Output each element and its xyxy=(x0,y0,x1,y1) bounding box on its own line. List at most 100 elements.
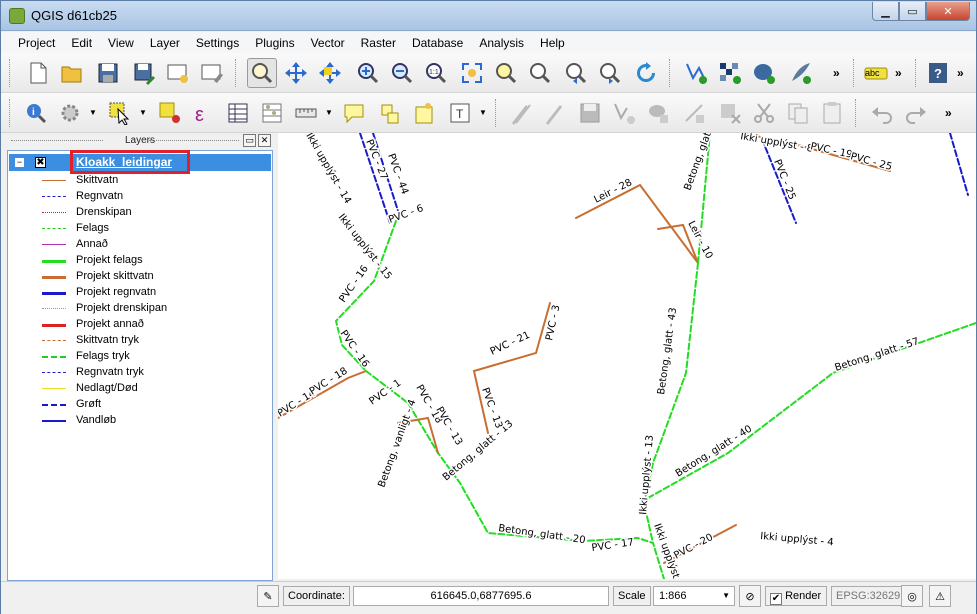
menu-edit[interactable]: Edit xyxy=(63,36,100,50)
legend-item[interactable]: Projekt drenskipan xyxy=(38,301,268,317)
menu-project[interactable]: Project xyxy=(10,36,63,50)
legend-item[interactable]: Drenskipan xyxy=(38,205,268,221)
legend-item[interactable]: Nedlagt/Død xyxy=(38,381,268,397)
action-dropdown-arrow[interactable]: ▼ xyxy=(89,108,97,117)
new-project-icon[interactable] xyxy=(23,58,53,88)
label-toolbar-more-button[interactable]: » xyxy=(895,66,902,80)
redo-icon[interactable] xyxy=(901,98,931,128)
menu-view[interactable]: View xyxy=(100,36,142,50)
legend-item[interactable]: Regnvatn xyxy=(38,189,268,205)
select-features-icon[interactable] xyxy=(105,98,135,128)
pan-map-icon[interactable] xyxy=(247,58,277,88)
add-spatialite-layer-icon[interactable] xyxy=(785,58,815,88)
menu-layer[interactable]: Layer xyxy=(142,36,188,50)
move-feature-icon[interactable] xyxy=(315,58,345,88)
zoom-actual-size-icon[interactable]: 1:1 xyxy=(421,58,451,88)
delete-selected-icon[interactable] xyxy=(715,98,745,128)
zoom-to-layer-icon[interactable] xyxy=(525,58,555,88)
legend-item[interactable]: Felags tryk xyxy=(38,349,268,365)
legend-item[interactable]: Skittvatn tryk xyxy=(38,333,268,349)
new-print-composer-icon[interactable] xyxy=(163,58,193,88)
zoom-in-icon[interactable] xyxy=(353,58,383,88)
measure-dropdown-arrow[interactable]: ▼ xyxy=(325,108,333,117)
move-feature-tool-icon[interactable] xyxy=(643,98,673,128)
close-panel-button[interactable]: ✕ xyxy=(258,134,271,147)
paste-features-icon[interactable] xyxy=(817,98,847,128)
close-button[interactable]: ✕ xyxy=(926,2,970,21)
pan-to-selection-icon[interactable] xyxy=(281,58,311,88)
menu-analysis[interactable]: Analysis xyxy=(471,36,532,50)
composer-manager-icon[interactable] xyxy=(197,58,227,88)
toolbar2-more-button[interactable]: » xyxy=(945,106,952,120)
add-feature-icon[interactable] xyxy=(609,98,639,128)
legend-item[interactable]: Projekt regnvatn xyxy=(38,285,268,301)
save-as-icon[interactable] xyxy=(129,58,159,88)
menu-raster[interactable]: Raster xyxy=(353,36,404,50)
maximize-button[interactable]: ▭ xyxy=(899,2,926,21)
annotation-icon[interactable] xyxy=(409,98,439,128)
legend-item[interactable]: Annað xyxy=(38,237,268,253)
collapse-toggle[interactable]: − xyxy=(15,158,24,167)
map-canvas[interactable]: Ikki upplýst - 14 PVC - 27 PVC - 44 PVC … xyxy=(278,133,976,579)
crs-globe-icon[interactable]: ◎ xyxy=(901,585,923,607)
legend-item[interactable]: Projekt skittvatn xyxy=(38,269,268,285)
map-tips-icon[interactable] xyxy=(339,98,369,128)
float-panel-button[interactable]: ▭ xyxy=(243,134,256,147)
legend-item[interactable]: Skittvatn xyxy=(38,173,268,189)
scale-dropdown-arrow[interactable]: ▼ xyxy=(722,587,730,605)
statistics-icon[interactable] xyxy=(257,98,287,128)
menu-settings[interactable]: Settings xyxy=(188,36,247,50)
node-tool-icon[interactable] xyxy=(679,98,709,128)
open-project-icon[interactable] xyxy=(57,58,87,88)
measure-icon[interactable] xyxy=(291,98,321,128)
help-toolbar-more-button[interactable]: » xyxy=(957,66,964,80)
zoom-out-icon[interactable] xyxy=(387,58,417,88)
cut-features-icon[interactable] xyxy=(749,98,779,128)
zoom-next-icon[interactable] xyxy=(595,58,625,88)
save-edits-icon[interactable] xyxy=(575,98,605,128)
minimize-button[interactable]: ▁ xyxy=(872,2,899,21)
new-bookmark-icon[interactable] xyxy=(375,98,405,128)
help-icon[interactable]: ? xyxy=(923,58,953,88)
add-raster-layer-icon[interactable] xyxy=(715,58,745,88)
legend-item[interactable]: Grøft xyxy=(38,397,268,413)
legend-item[interactable]: Projekt felags xyxy=(38,253,268,269)
legend-item[interactable]: Vandløb xyxy=(38,413,268,429)
field-calculator-icon[interactable]: ε xyxy=(189,98,219,128)
messages-icon[interactable]: ✎ xyxy=(257,585,279,607)
warning-icon[interactable]: ⚠ xyxy=(929,585,951,607)
deselect-icon[interactable] xyxy=(155,98,185,128)
stop-render-icon[interactable]: ⊘ xyxy=(739,585,761,607)
refresh-icon[interactable] xyxy=(631,58,661,88)
layer-visibility-checkbox[interactable]: ✖ xyxy=(35,157,46,168)
attribute-table-icon[interactable] xyxy=(223,98,253,128)
save-project-icon[interactable] xyxy=(93,58,123,88)
render-toggle[interactable]: ✔ Render xyxy=(765,586,827,606)
text-annotation-icon[interactable]: T xyxy=(445,98,475,128)
copy-features-icon[interactable] xyxy=(783,98,813,128)
identify-icon[interactable]: i xyxy=(21,98,51,128)
undo-icon[interactable] xyxy=(867,98,897,128)
menu-help[interactable]: Help xyxy=(532,36,573,50)
render-checkbox[interactable]: ✔ xyxy=(770,593,782,605)
crs-status[interactable]: EPSG:32629 xyxy=(831,586,906,606)
toggle-editing-icon[interactable] xyxy=(505,98,535,128)
coordinate-field[interactable]: 616645.0,6877695.6 xyxy=(353,586,609,606)
run-action-icon[interactable] xyxy=(55,98,85,128)
legend-item[interactable]: Felags xyxy=(38,221,268,237)
legend-item[interactable]: Projekt annað xyxy=(38,317,268,333)
scale-combobox[interactable]: 1:866 ▼ xyxy=(653,586,735,606)
add-postgis-layer-icon[interactable] xyxy=(749,58,779,88)
menu-vector[interactable]: Vector xyxy=(303,36,353,50)
menu-database[interactable]: Database xyxy=(404,36,471,50)
menu-plugins[interactable]: Plugins xyxy=(247,36,302,50)
annotation-dropdown-arrow[interactable]: ▼ xyxy=(479,108,487,117)
legend-item[interactable]: Regnvatn tryk xyxy=(38,365,268,381)
current-edits-icon[interactable] xyxy=(539,98,569,128)
select-dropdown-arrow[interactable]: ▼ xyxy=(139,108,147,117)
add-vector-layer-icon[interactable] xyxy=(681,58,711,88)
zoom-last-icon[interactable] xyxy=(561,58,591,88)
zoom-full-icon[interactable] xyxy=(457,58,487,88)
zoom-to-selection-icon[interactable] xyxy=(491,58,521,88)
toolbar1-more-button[interactable]: » xyxy=(833,66,840,80)
